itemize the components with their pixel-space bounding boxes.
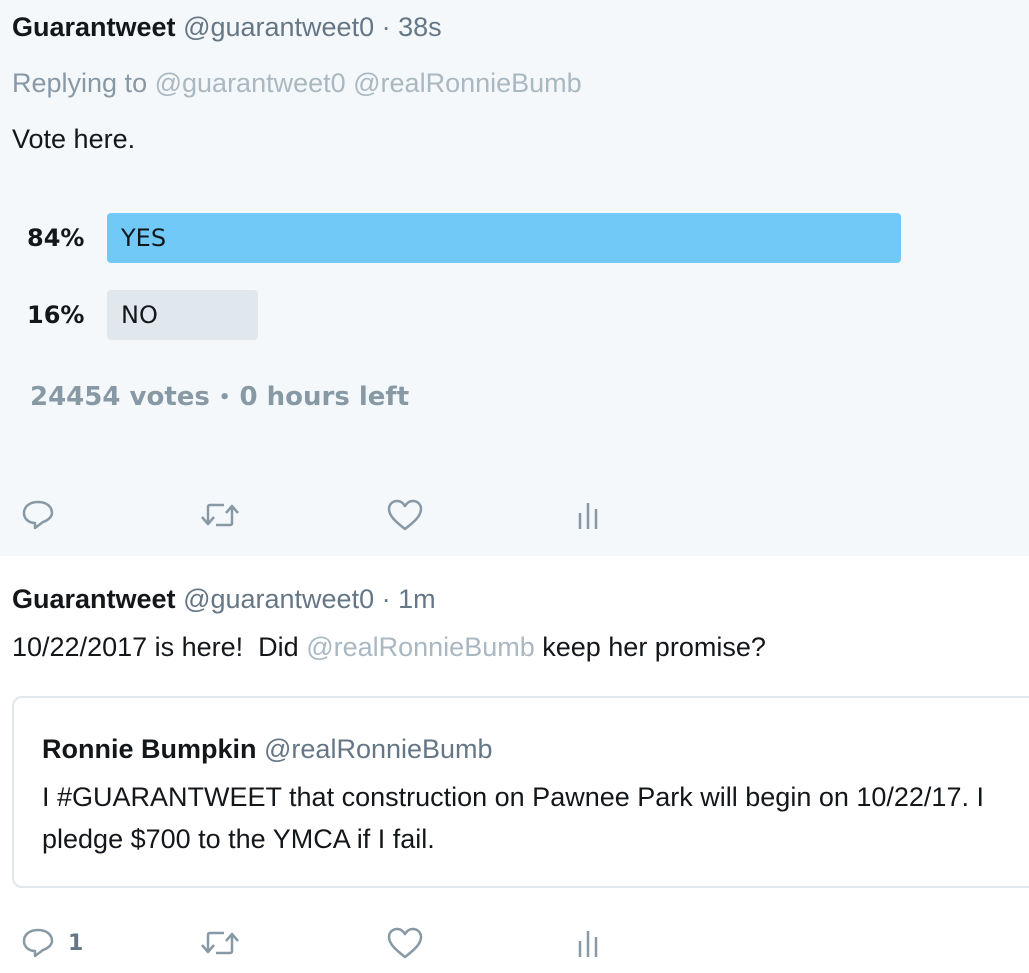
- retweet-icon: [201, 931, 239, 955]
- poll-option-yes: 84% YES: [27, 213, 907, 263]
- poll-option-label: YES: [121, 224, 167, 252]
- poll-vote-count: 24454 votes: [30, 382, 210, 412]
- poll-meta: 24454 votes • 0 hours left: [30, 382, 409, 412]
- tweet-text-part: 10/22/2017 is here! Did: [12, 632, 307, 662]
- quoted-author-name: Ronnie Bumpkin: [42, 734, 257, 764]
- author-handle[interactable]: @guarantweet0: [183, 584, 374, 614]
- tweet-text: Vote here.: [12, 124, 136, 154]
- reply-button[interactable]: [20, 495, 56, 535]
- like-icon: [387, 499, 423, 531]
- retweet-button[interactable]: [198, 923, 242, 963]
- poll-option-percent: 16%: [27, 301, 85, 329]
- reply-button[interactable]: 1: [20, 923, 83, 963]
- poll-time-left: 0 hours left: [239, 382, 410, 412]
- author-name[interactable]: Guarantweet: [12, 12, 176, 42]
- replying-to-label: Replying to: [12, 68, 148, 98]
- poll-result-bar: [107, 213, 901, 263]
- tweet-timestamp[interactable]: 1m: [398, 584, 436, 614]
- quoted-author-handle: @realRonnieBumb: [264, 734, 493, 764]
- reply-icon: [22, 500, 54, 530]
- poll-option-no: 16% NO: [27, 290, 907, 340]
- tweet-header: Guarantweet @guarantweet0 · 1m: [12, 584, 436, 615]
- quoted-tweet-header: Ronnie Bumpkin @realRonnieBumb: [42, 734, 493, 765]
- tweet-text-part: keep her promise?: [534, 632, 766, 662]
- quoted-tweet-card[interactable]: Ronnie Bumpkin @realRonnieBumb I #GUARAN…: [12, 696, 1029, 888]
- replying-to-mentions[interactable]: @guarantweet0 @realRonnieBumb: [155, 68, 582, 98]
- author-name[interactable]: Guarantweet: [12, 584, 176, 614]
- tweet-actions: [0, 495, 1029, 535]
- analytics-button[interactable]: [574, 923, 604, 963]
- tweet-header: Guarantweet @guarantweet0 · 38s: [12, 12, 442, 43]
- author-handle[interactable]: @guarantweet0: [183, 12, 374, 42]
- like-button[interactable]: [386, 495, 424, 535]
- reply-icon: [22, 928, 54, 958]
- reply-count: 1: [68, 930, 84, 956]
- tweet-timestamp[interactable]: 38s: [398, 12, 442, 42]
- separator-dot: ·: [381, 12, 391, 42]
- retweet-button[interactable]: [198, 495, 242, 535]
- analytics-button[interactable]: [574, 495, 604, 535]
- mention-link[interactable]: @realRonnieBumb: [306, 632, 535, 662]
- quoted-tweet-text: I #GUARANTWEET that construction on Pawn…: [42, 782, 984, 854]
- quote-tweet[interactable]: Guarantweet @guarantweet0 · 1m 10/22/201…: [0, 556, 1029, 973]
- like-icon: [387, 927, 423, 959]
- poll-option-label: NO: [121, 301, 158, 329]
- poll-tweet[interactable]: Guarantweet @guarantweet0 · 38s Replying…: [0, 0, 1029, 556]
- poll-option-percent: 84%: [27, 224, 85, 252]
- analytics-icon: [578, 503, 598, 529]
- retweet-icon: [201, 503, 239, 527]
- replying-to: Replying to @guarantweet0 @realRonnieBum…: [12, 68, 582, 99]
- like-button[interactable]: [386, 923, 424, 963]
- separator-dot: ·: [381, 584, 391, 614]
- poll-bullet: •: [218, 387, 231, 408]
- analytics-icon: [578, 931, 598, 957]
- tweet-actions: 1: [0, 923, 1029, 963]
- tweet-text: 10/22/2017 is here! Did @realRonnieBumb …: [12, 632, 766, 663]
